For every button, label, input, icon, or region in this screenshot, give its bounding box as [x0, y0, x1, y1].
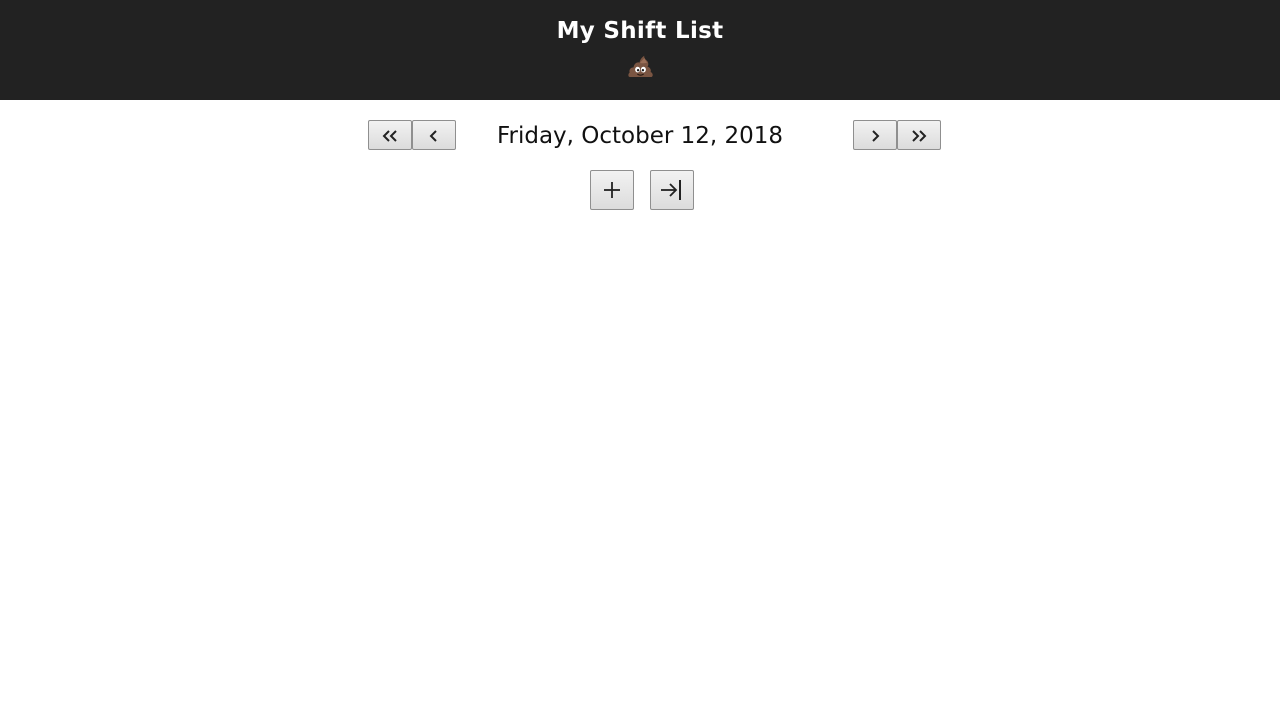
plus-icon: [604, 182, 620, 198]
poop-emoji-icon: [628, 55, 653, 77]
chevron-right-icon: [872, 130, 880, 142]
app-title: My Shift List: [556, 18, 724, 44]
current-date: Friday, October 12, 2018: [496, 123, 784, 149]
app-header: My Shift List: [0, 0, 1280, 100]
double-chevron-left-icon: [382, 130, 397, 142]
first-button[interactable]: [368, 120, 412, 150]
chevron-left-icon: [429, 130, 437, 142]
jump-to-end-button[interactable]: [650, 170, 694, 210]
arrow-right-to-bar-icon: [661, 180, 681, 200]
add-shift-button[interactable]: [590, 170, 634, 210]
next-button[interactable]: [853, 120, 897, 150]
last-button[interactable]: [897, 120, 941, 150]
double-chevron-right-icon: [912, 130, 927, 142]
